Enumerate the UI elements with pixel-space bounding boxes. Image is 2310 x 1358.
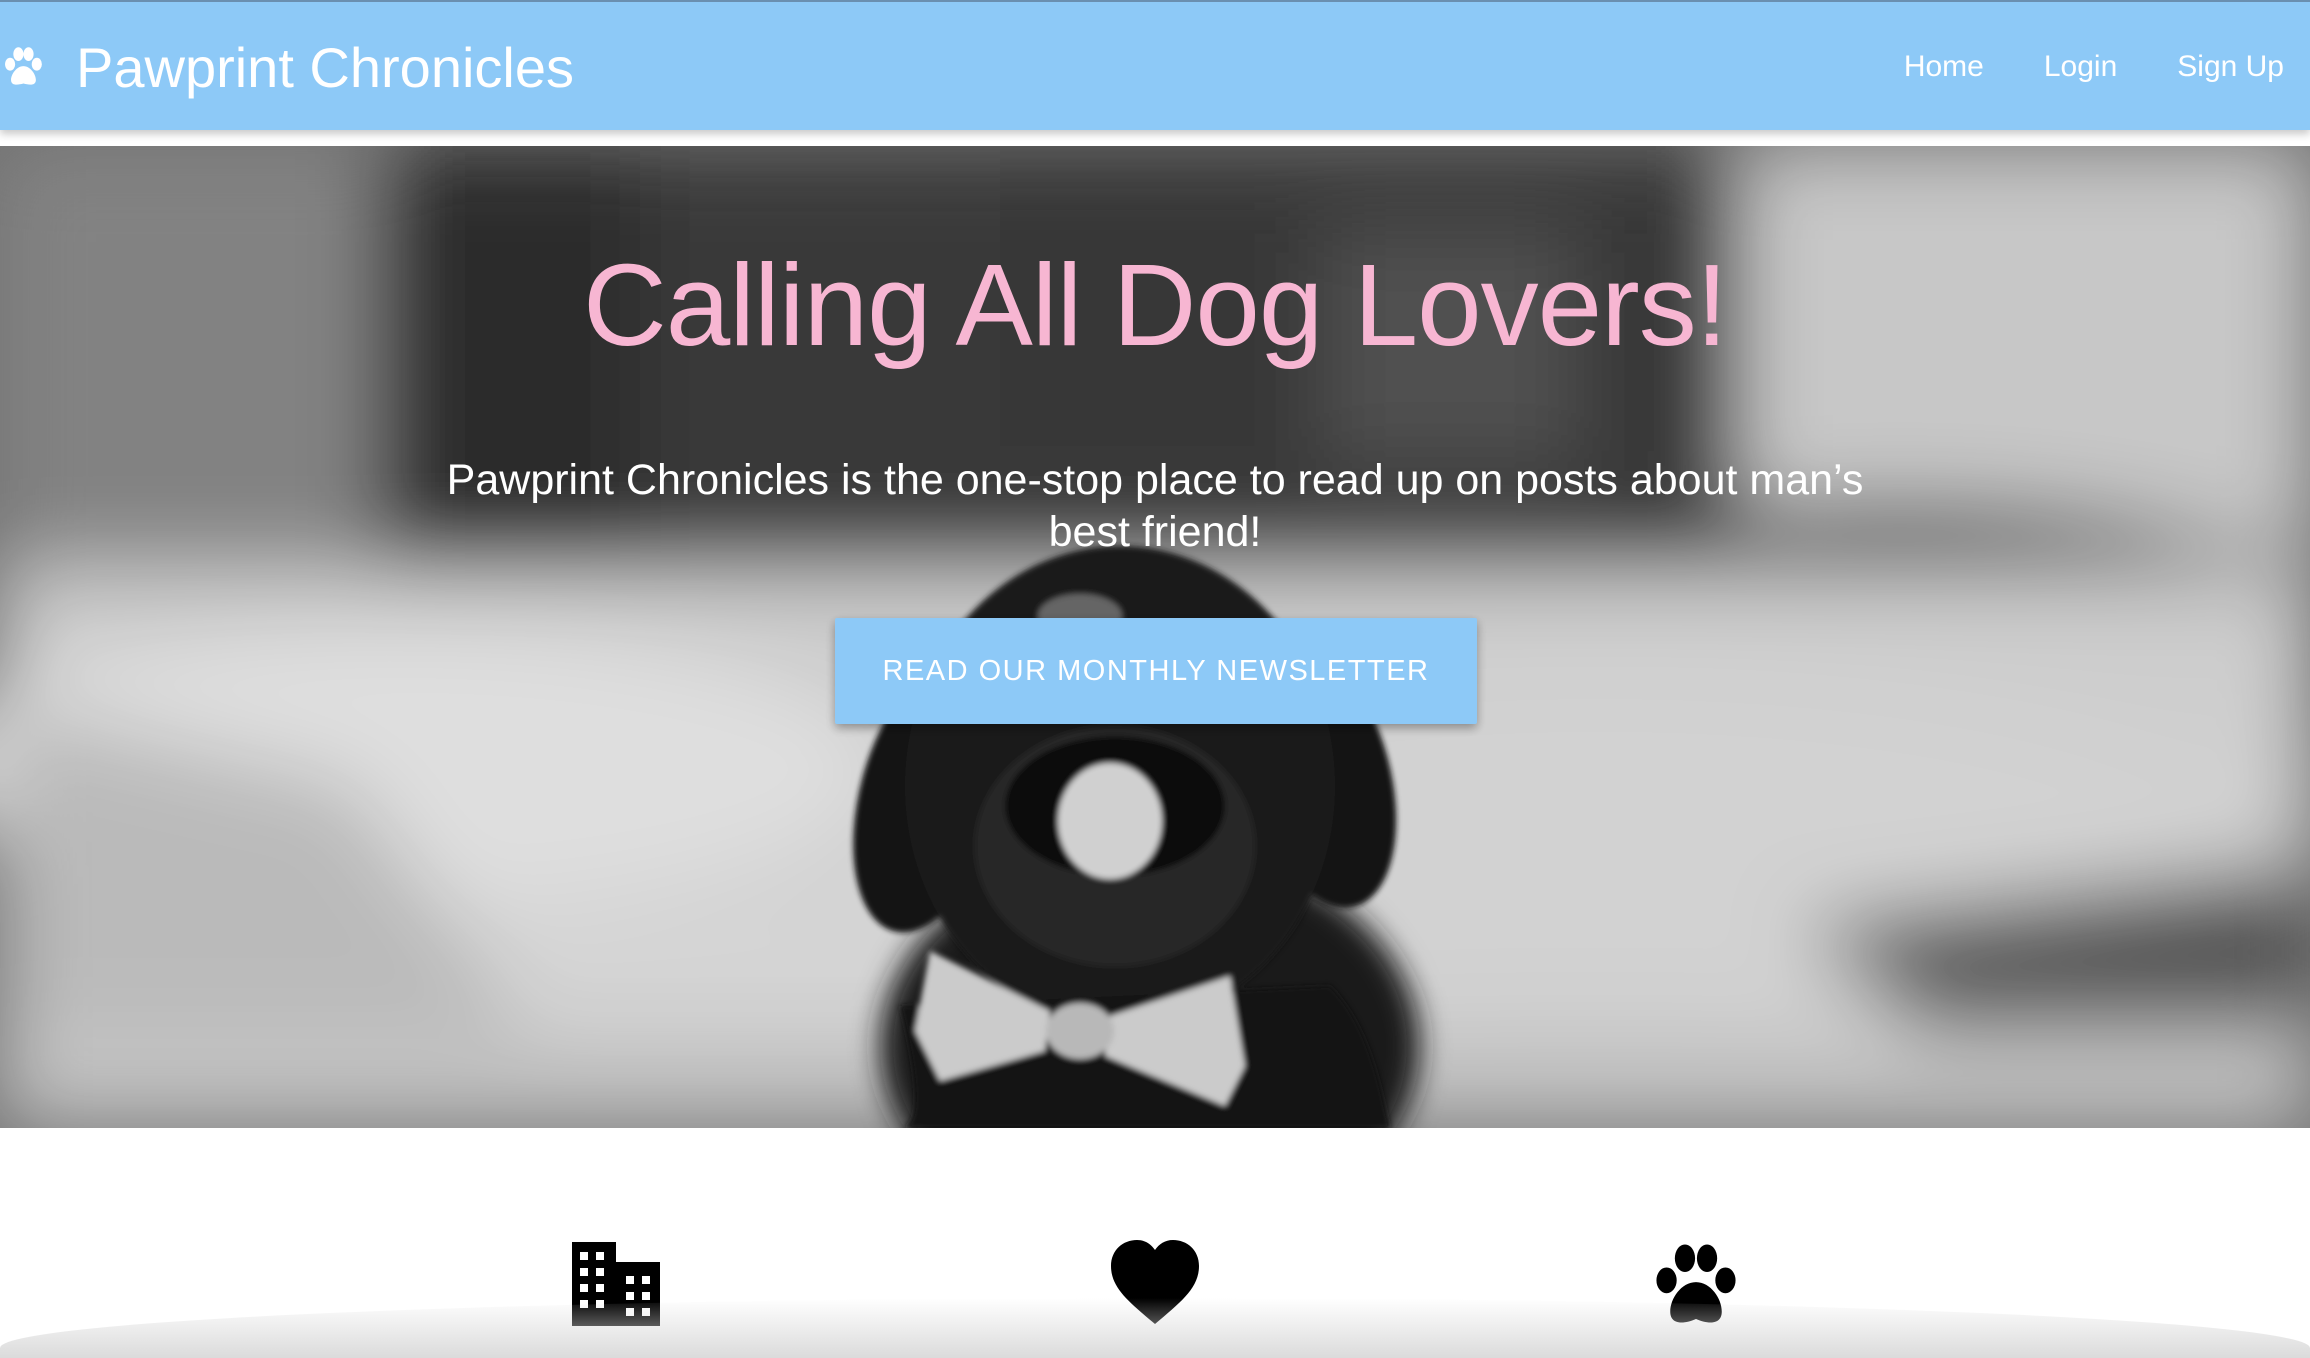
hero-heading: Calling All Dog Lovers!: [582, 240, 1728, 370]
brand-title: Pawprint Chronicles: [76, 35, 574, 99]
nav-link-login[interactable]: Login: [2044, 50, 2117, 84]
top-navbar: Pawprint Chronicles Home Login Sign Up: [0, 0, 2310, 130]
nav-link-home[interactable]: Home: [1904, 50, 1984, 84]
hero-section: Calling All Dog Lovers! Pawprint Chronic…: [0, 146, 2310, 1128]
nav-links: Home Login Sign Up: [1844, 2, 2284, 132]
nav-link-signup[interactable]: Sign Up: [2177, 50, 2284, 84]
bottom-shadow: [0, 1298, 2310, 1358]
hero-subheading: Pawprint Chronicles is the one-stop plac…: [446, 456, 1864, 556]
paw-icon: [5, 47, 42, 85]
features-section: [0, 1128, 2310, 1358]
newsletter-button[interactable]: READ OUR MONTHLY NEWSLETTER: [835, 618, 1477, 724]
brand-link[interactable]: Pawprint Chronicles: [0, 2, 574, 132]
